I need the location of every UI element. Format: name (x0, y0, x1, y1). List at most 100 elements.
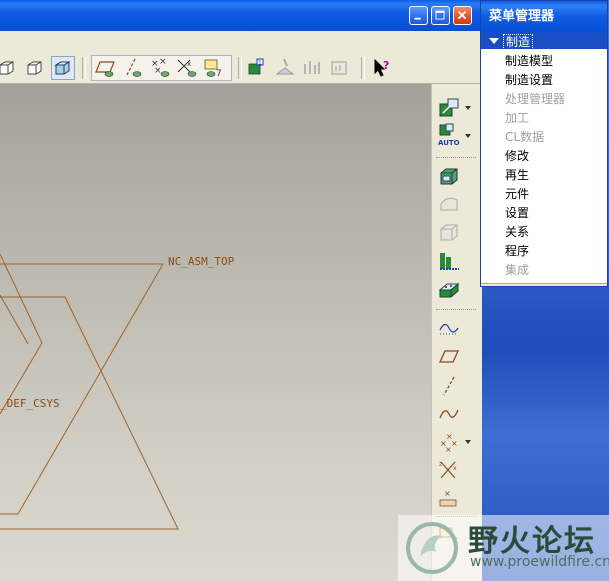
svg-text:?: ? (383, 59, 389, 72)
close-icon (457, 10, 467, 20)
datum-plane-display-icon (95, 61, 115, 77)
hole-group-button[interactable] (437, 278, 461, 302)
menu-item[interactable]: 程序 (505, 242, 529, 261)
menu-manager-header[interactable]: 制造 (481, 33, 607, 50)
coordinate-system-display-icon: x (177, 59, 197, 77)
datum-analysis-button[interactable]: × (437, 486, 461, 510)
svg-text:×: × (444, 489, 451, 498)
maximize-button[interactable] (431, 6, 450, 25)
view-box-button[interactable] (0, 56, 20, 80)
datum-curve-tool-icon (439, 409, 459, 419)
menu-manager-panel: 菜单管理器 制造 制造模型 制造设置 处理管理器 加工 CL数据 修改 再生 元件 设置 关系 程序… (480, 0, 608, 287)
menu-item[interactable]: 修改 (505, 147, 529, 166)
view-box-button-2[interactable] (24, 56, 48, 80)
collapse-arrow-icon[interactable] (489, 38, 499, 44)
datum-label-def-csys[interactable]: _DEF_CSYS (0, 397, 60, 410)
auto-dropdown-arrow[interactable] (465, 134, 471, 138)
auto-button[interactable]: AUTO (437, 122, 461, 147)
minimize-button[interactable] (409, 6, 428, 25)
datum-axis-display-button[interactable] (121, 56, 145, 80)
datum-label-nc-asm-top[interactable]: NC_ASM_TOP (168, 255, 234, 268)
toolbar-separator (82, 57, 86, 79)
annotation-display-button[interactable]: 7 (202, 56, 226, 80)
datum-point-tool-button[interactable]: × × × × (437, 430, 461, 454)
auto-icon: AUTO (438, 123, 460, 147)
minimize-icon (414, 17, 421, 20)
datum-plane-display-button[interactable] (94, 56, 118, 80)
material-removal-button[interactable] (273, 56, 297, 80)
sketch-curve-button[interactable] (437, 316, 461, 340)
maximize-icon (435, 10, 445, 20)
datum-plane-tool-button[interactable] (437, 345, 461, 369)
menu-item[interactable]: 元件 (505, 185, 529, 204)
nc-check-button[interactable] (300, 56, 324, 80)
datum-axis-tool-button[interactable] (437, 374, 461, 398)
watermark-url: www.proewildfire.cn (470, 554, 609, 570)
menu-item[interactable]: 设置 (505, 204, 529, 223)
top-toolbar: × × × x 7 1 ? (0, 53, 481, 84)
graphics-window[interactable]: NC_ASM_TOP _DEF_CSYS (0, 84, 431, 581)
nc-check-icon (304, 61, 320, 74)
mill-surface-button[interactable] (437, 192, 461, 216)
menu-item[interactable]: 制造模型 (505, 52, 553, 71)
view-box-icon (27, 61, 42, 75)
workcell-button[interactable] (437, 96, 461, 120)
mfg-sequence-icon: 1 (248, 58, 264, 75)
context-help-button[interactable]: ? (370, 56, 394, 80)
datum-curve-tool-button[interactable] (437, 402, 461, 426)
datum-axis-tool-icon (443, 376, 455, 396)
volume-icon (440, 224, 458, 241)
datum-point-dropdown-arrow[interactable] (465, 440, 471, 444)
workcell-dropdown-arrow[interactable] (465, 106, 471, 110)
svg-text:x: x (187, 60, 191, 68)
nc-output-icon (331, 61, 347, 75)
window-titlebar[interactable] (0, 0, 481, 31)
menu-item[interactable]: 关系 (505, 223, 529, 242)
datum-plane-edge (0, 294, 29, 345)
datum-geometry (0, 253, 179, 530)
menu-item[interactable]: 再生 (505, 166, 529, 185)
mill-window-button[interactable] (437, 164, 461, 188)
close-button[interactable] (453, 6, 472, 25)
datum-point-display-button[interactable]: × × × (148, 56, 172, 80)
right-toolbar: AUTO × × × × z x × (431, 84, 482, 581)
menu-item: CL数据 (505, 130, 545, 144)
svg-text:x: x (453, 465, 457, 472)
annotation-display-icon: 7 (204, 59, 222, 79)
svg-text:AUTO: AUTO (438, 139, 460, 147)
csys-tool-button[interactable]: zx (437, 458, 461, 482)
context-help-icon: ? (374, 58, 389, 77)
nc-output-button[interactable] (328, 56, 352, 80)
application-window: × × × x 7 1 ? NC_ASM_TOP _DEF_CSYS AUTO … (0, 0, 482, 581)
datum-plane-front (0, 296, 179, 530)
datum-point-tool-icon: ×× ×× (440, 432, 458, 454)
shaded-view-button[interactable] (51, 56, 75, 80)
datum-plane-right (0, 253, 43, 415)
svg-text:×: × (154, 66, 162, 76)
datum-axis-display-icon (126, 58, 142, 77)
watermark-logo-icon (406, 522, 458, 574)
mfg-sequence-button[interactable]: 1 (245, 56, 269, 80)
profile-button[interactable] (437, 249, 461, 273)
svg-text:z: z (439, 461, 442, 468)
hole-group-icon (438, 282, 460, 298)
menu-item-list: 制造模型 制造设置 处理管理器 加工 CL数据 修改 再生 元件 设置 关系 程序 集成 (481, 49, 607, 284)
coordinate-system-display-button[interactable]: x (175, 56, 199, 80)
view-box-icon (0, 61, 14, 75)
menu-bar (0, 31, 481, 54)
sketch-curve-icon (439, 323, 459, 335)
profile-icon (440, 253, 459, 270)
menu-item: 集成 (505, 263, 530, 277)
mill-window-icon (440, 168, 458, 185)
csys-tool-icon: zx (439, 461, 457, 479)
volume-button[interactable] (437, 220, 461, 244)
menu-item[interactable]: 制造设置 (505, 71, 553, 90)
datum-point-display-icon: × ×× (151, 57, 170, 77)
toolbar-separator (361, 57, 365, 79)
toolbar-separator (436, 157, 476, 158)
svg-text:1: 1 (258, 60, 262, 67)
datum-display-group: × × × x 7 (91, 55, 232, 81)
svg-text:×: × (451, 439, 458, 448)
menu-manager-title[interactable]: 菜单管理器 (481, 1, 607, 33)
svg-text:7: 7 (216, 69, 222, 79)
